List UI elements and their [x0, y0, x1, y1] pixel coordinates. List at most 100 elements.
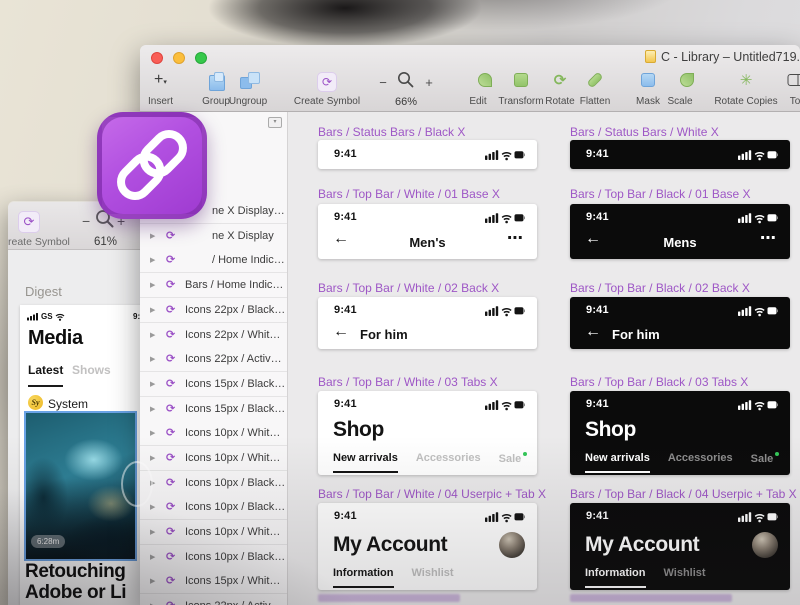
toggle-panel-icon[interactable]	[788, 74, 800, 86]
layer-list-item[interactable]: ▶⟳Icons 10px / Whit…	[140, 421, 287, 446]
layer-list-item[interactable]: ▶⟳Icons 15px / Black…	[140, 397, 287, 422]
layer-list-item[interactable]: ▶⟳/ Home Indic…	[140, 248, 287, 273]
disclosure-triangle-icon[interactable]: ▶	[150, 232, 155, 240]
rotate-copies-icon[interactable]: ✳	[740, 71, 753, 89]
artboard-title[interactable]: Bars / Top Bar / White / 02 Back X	[318, 281, 537, 295]
layer-item-label: Icons 10px / Whit…	[185, 526, 280, 538]
panel-collapse-icon[interactable]: ▾	[268, 117, 282, 128]
disclosure-triangle-icon[interactable]: ▶	[150, 528, 155, 536]
video-frame: ⟳ reate Symbol − + 61% Digest GS 9: Medi…	[0, 0, 800, 605]
disclosure-triangle-icon[interactable]: ▶	[150, 331, 155, 339]
window-title-text: C - Library – Untitled719.	[661, 50, 800, 64]
artboard-topbar-white-tabs[interactable]: 9:41 Shop New arrivals Accessories Sale	[318, 391, 537, 475]
insert-button[interactable]: Insert	[148, 96, 173, 107]
rotate-copies-button[interactable]: Rotate Copies	[714, 96, 777, 107]
artboard-status-bars-white[interactable]: 9:41	[570, 140, 790, 169]
disclosure-triangle-icon[interactable]: ▶	[150, 281, 155, 289]
artboard-title[interactable]: Bars / Top Bar / Black / 03 Tabs X	[570, 375, 790, 389]
layer-list-item[interactable]: ▶⟳Icons 22px / Whit…	[140, 323, 287, 348]
signal-icon	[485, 400, 498, 410]
layer-list-item[interactable]: ▶⟳Icons 22px / Activ…	[140, 594, 287, 605]
create-symbol-icon[interactable]: ⟳	[18, 211, 40, 233]
transform-icon[interactable]	[514, 73, 528, 87]
zoom-out-button[interactable]: −	[379, 75, 387, 90]
artboard-title[interactable]: Bars / Status Bars / White X	[570, 125, 790, 139]
symbol-icon: ⟳	[166, 352, 175, 365]
disclosure-triangle-icon[interactable]: ▶	[150, 553, 155, 561]
artboard-title[interactable]: Bars / Status Bars / Black X	[318, 125, 537, 139]
zoom-out-button[interactable]: −	[82, 213, 90, 229]
front-sketch-window[interactable]: C - Library – Untitled719. +▾ Insert Gro…	[140, 45, 800, 605]
disclosure-triangle-icon[interactable]: ▶	[150, 503, 155, 511]
group-button[interactable]: Group	[202, 96, 230, 107]
layer-list-item[interactable]: ▶⟳Icons 22px / Activ…	[140, 347, 287, 372]
zoom-in-button[interactable]: +	[425, 75, 433, 90]
artboard-digest-media[interactable]: GS 9: Media Latest Shows Sy System 6:28m…	[20, 305, 143, 605]
artboard-status-bars-black[interactable]: 9:41	[318, 140, 537, 169]
ungroup-button[interactable]: Ungroup	[229, 96, 267, 107]
layer-list-item[interactable]: ▶⟳ne X Display	[140, 224, 287, 249]
create-symbol-icon[interactable]: ⟳	[317, 72, 337, 92]
layer-list-item[interactable]: ▶⟳Icons 10px / Black…	[140, 471, 287, 496]
rotate-icon[interactable]: ⟳	[554, 71, 567, 89]
disclosure-triangle-icon[interactable]: ▶	[150, 256, 155, 264]
artboard-title[interactable]: Bars / Top Bar / White / 01 Base X	[318, 187, 537, 201]
mask-icon[interactable]	[641, 73, 655, 87]
artboard-topbar-black-base[interactable]: 9:41 ← Mens ⋯	[570, 204, 790, 259]
layer-list-item[interactable]: ▶⟳Icons 10px / Black…	[140, 495, 287, 520]
status-icons	[485, 399, 525, 411]
insert-icon[interactable]: +▾	[154, 71, 167, 89]
minimize-button[interactable]	[173, 52, 185, 64]
edit-icon[interactable]	[478, 73, 492, 87]
toggle-button[interactable]: To	[790, 96, 800, 107]
system-label: System	[48, 397, 88, 411]
symbol-icon: ⟳	[166, 303, 175, 316]
layer-list-item[interactable]: ▶⟳Icons 15px / Whit…	[140, 569, 287, 594]
wifi-icon	[502, 309, 511, 317]
scale-button[interactable]: Scale	[667, 96, 692, 107]
layer-item-label: Icons 22px / Black…	[185, 304, 285, 316]
scale-icon[interactable]	[680, 73, 694, 87]
artboard-title-digest[interactable]: Digest	[25, 284, 62, 299]
flatten-button[interactable]: Flatten	[580, 96, 611, 107]
symbol-icon: ⟳	[166, 574, 175, 587]
rotate-button[interactable]: Rotate	[545, 96, 574, 107]
disclosure-triangle-icon[interactable]: ▶	[150, 577, 155, 585]
battery-icon	[768, 214, 779, 221]
battery-icon	[768, 151, 779, 158]
layer-list-item[interactable]: ▶⟳Icons 10px / Whit…	[140, 446, 287, 471]
disclosure-triangle-icon[interactable]: ▶	[150, 429, 155, 437]
disclosure-triangle-icon[interactable]: ▶	[150, 380, 155, 388]
artboard-title[interactable]: Bars / Top Bar / White / 03 Tabs X	[318, 375, 537, 389]
artboard-topbar-black-back[interactable]: 9:41 ← For him	[570, 297, 790, 349]
artboard-title[interactable]: Bars / Top Bar / Black / 02 Back X	[570, 281, 790, 295]
close-button[interactable]	[151, 52, 163, 64]
layer-list-item[interactable]: ▶⟳Icons 10px / Black…	[140, 545, 287, 570]
artboard-topbar-white-back[interactable]: 9:41 ← For him	[318, 297, 537, 349]
artboard-title[interactable]: Bars / Top Bar / Black / 01 Base X	[570, 187, 790, 201]
sale-dot-icon	[523, 452, 527, 456]
create-symbol-button[interactable]: Create Symbol	[294, 96, 360, 107]
artboard-title[interactable]: Bars / Top Bar / White / 04 Userpic + Ta…	[318, 487, 537, 501]
transform-button[interactable]: Transform	[498, 96, 543, 107]
back-arrow-icon: ←	[585, 324, 601, 340]
layer-list-item[interactable]: ▶⟳Icons 15px / Black…	[140, 372, 287, 397]
disclosure-triangle-icon[interactable]: ▶	[150, 454, 155, 462]
disclosure-triangle-icon[interactable]: ▶	[150, 306, 155, 314]
artboard-title[interactable]: Bars / Top Bar / Black / 04 Userpic + Ta…	[570, 487, 790, 501]
disclosure-triangle-icon[interactable]: ▶	[150, 405, 155, 413]
layer-list-item[interactable]: ▶ ⟳ Icons 22px / Black…	[140, 298, 287, 323]
flatten-icon[interactable]	[587, 72, 604, 89]
artboard-topbar-white-userpic[interactable]: 9:41 My Account Information Wishlist	[318, 503, 537, 590]
zoom-window-button[interactable]	[195, 52, 207, 64]
layer-list-item[interactable]: ▶⟳Bars / Home Indic…	[140, 273, 287, 298]
artboard-topbar-white-base[interactable]: 9:41 ← Men's ⋯	[318, 204, 537, 259]
layer-item-label: Icons 15px / Black…	[185, 378, 285, 390]
disclosure-triangle-icon[interactable]: ▶	[150, 355, 155, 363]
layer-list-item[interactable]: ▶⟳Icons 10px / Whit…	[140, 520, 287, 545]
artboard-topbar-black-tabs[interactable]: 9:41 Shop New arrivals Accessories Sale	[570, 391, 790, 475]
mask-button[interactable]: Mask	[636, 96, 660, 107]
edit-button[interactable]: Edit	[469, 96, 486, 107]
video-thumbnail[interactable]: 6:28m	[26, 413, 135, 559]
artboard-topbar-black-userpic[interactable]: 9:41 My Account Information Wishlist	[570, 503, 790, 590]
